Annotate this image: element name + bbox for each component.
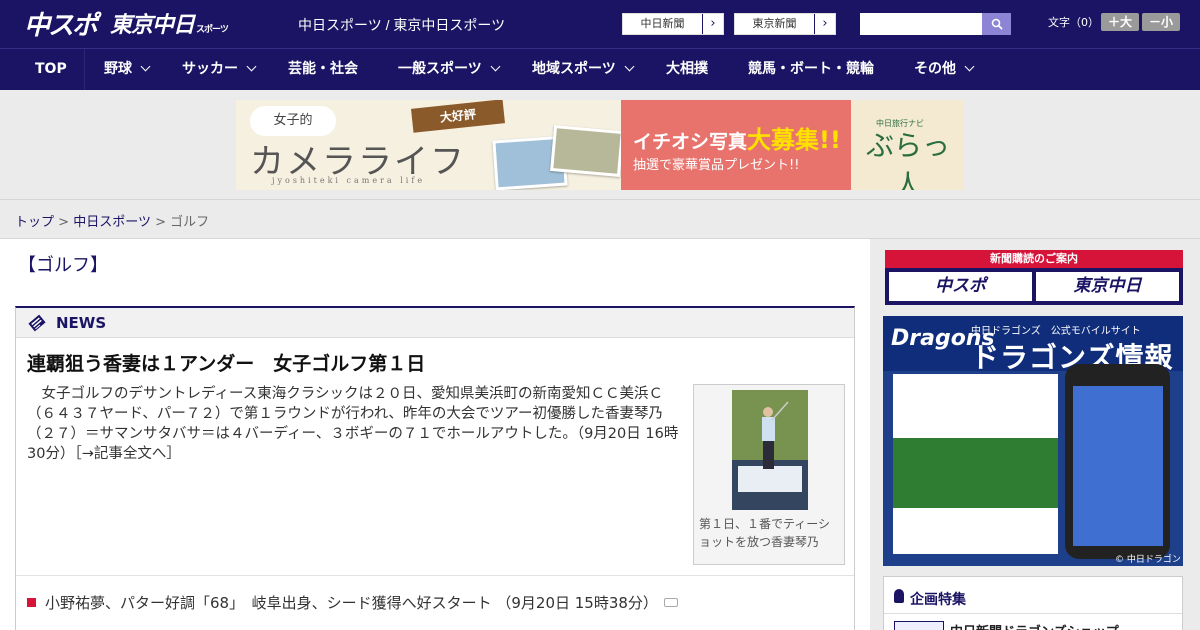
chevron-down-icon	[964, 61, 975, 72]
nav-soccer[interactable]: サッカー	[182, 49, 257, 91]
news-header: NEWS	[16, 308, 854, 338]
tokyo-chunichi-logo[interactable]: 東京中日 スポーツ	[110, 8, 229, 38]
chevron-down-icon	[246, 61, 257, 72]
subscription-head: 新聞購読のご案内	[990, 252, 1078, 265]
camera-life-banner[interactable]: 女子的 カメラライフ jyoshiteki camera life 大好評 イチ…	[236, 100, 964, 190]
banner-photo-ornaments	[550, 125, 624, 177]
banner-brand: ぶらっ人	[865, 129, 950, 190]
chevron-right-icon: ›	[710, 16, 716, 31]
bullet-icon	[27, 598, 36, 607]
news-label: NEWS	[56, 314, 107, 332]
nav-label: 一般スポーツ	[398, 61, 482, 77]
nav-local-sports[interactable]: 地域スポーツ	[532, 49, 635, 91]
banner-line1: イチオシ写真大募集!!	[633, 120, 841, 155]
article-photo[interactable]: 第１日、１番でティーショットを放つ香妻琴乃	[693, 384, 845, 565]
breadcrumb: トップ > 中日スポーツ > ゴルフ	[15, 211, 209, 230]
news-list-item[interactable]: 小野祐夢、パター好調「68」 岐阜出身、シード獲得へ好スタート （9月20日 1…	[27, 592, 678, 613]
tokyo-shimbun-button[interactable]: 東京新聞 ›	[734, 13, 836, 35]
feature-item[interactable]: 中日新聞ドラゴンズショップ	[950, 621, 1119, 630]
nav-other[interactable]: その他	[914, 49, 975, 91]
dragons-copyright: © 中日ドラゴンズ	[1115, 555, 1181, 565]
photo-caption: 第１日、１番でティーショットを放つ香妻琴乃	[699, 517, 831, 549]
feature-box: 企画特集 中日新聞ドラゴンズショップ	[883, 576, 1183, 630]
chunichi-shimbun-label: 中日新聞	[623, 14, 703, 34]
chunichi-shimbun-button[interactable]: 中日新聞 ›	[622, 13, 724, 35]
golfer-photo	[732, 390, 808, 510]
nav-label: その他	[914, 61, 956, 77]
breadcrumb-current: ゴルフ	[170, 215, 210, 230]
newspaper-icon	[28, 314, 46, 332]
nav-label: サッカー	[182, 61, 238, 77]
main-nav: TOP 野球 サッカー 芸能・社会 一般スポーツ 地域スポーツ 大相撲 競馬・ボ…	[0, 48, 1200, 91]
tokyo-subscribe-button[interactable]: 東京中日	[1036, 272, 1179, 301]
article-body[interactable]: 女子ゴルフのデサントレディース東海クラシックは２０日、愛知県美浜町の新南愛知ＣＣ…	[27, 384, 687, 464]
font-smaller-button[interactable]: －小	[1142, 13, 1180, 31]
dragons-mobile-ad[interactable]: Dragons 中日ドラゴンズ 公式モバイルサイト ドラゴンズ情報 © 中日ドラ…	[883, 316, 1183, 566]
nav-label: 野球	[104, 61, 132, 77]
nav-label: 芸能・社会	[288, 61, 358, 77]
font-size-label: 文字（0）	[1048, 16, 1099, 29]
nav-label: 地域スポーツ	[532, 61, 616, 77]
chuspo-logo[interactable]: 中スポ	[24, 8, 98, 41]
chevron-right-icon: ›	[822, 16, 828, 31]
nav-label: 競馬・ボート・競輪	[748, 61, 874, 77]
banner-line2: 抽選で豪華賞品プレゼント!!	[633, 158, 800, 173]
camera-icon	[663, 598, 678, 607]
sidebar: 新聞購読のご案内 中スポ 東京中日 Dragons 中日ドラゴンズ 公式モバイル…	[870, 239, 1200, 630]
tokyo-logo-small: スポーツ	[196, 24, 229, 35]
page-title: 【ゴルフ】	[18, 255, 108, 276]
chevron-down-icon	[140, 61, 151, 72]
nav-entertainment[interactable]: 芸能・社会	[288, 49, 358, 91]
feature-divider	[884, 613, 1182, 614]
nav-baseball[interactable]: 野球	[104, 49, 151, 91]
nav-racing[interactable]: 競馬・ボート・競輪	[748, 49, 874, 91]
nav-label: TOP	[35, 61, 67, 77]
banner-red-panel: イチオシ写真大募集!! 抽選で豪華賞品プレゼント!!	[621, 100, 851, 190]
nav-sumo[interactable]: 大相撲	[666, 49, 708, 91]
breadcrumb-separator: >	[155, 215, 166, 230]
chuspo-subscribe-button[interactable]: 中スポ	[889, 272, 1032, 301]
banner-bubble: 女子的	[250, 106, 336, 136]
banner-subtitle: jyoshiteki camera life	[272, 176, 426, 185]
banner-line1-pre: イチオシ写真	[633, 131, 748, 153]
golfer-figure	[732, 390, 808, 510]
nav-divider	[84, 49, 85, 91]
nav-general-sports[interactable]: 一般スポーツ	[398, 49, 501, 91]
tokyo-shimbun-label: 東京新聞	[735, 14, 815, 34]
chevron-down-icon	[490, 61, 501, 72]
banner-line1-big: 大募集!!	[747, 126, 841, 154]
news-divider	[16, 575, 854, 576]
main-content: 【ゴルフ】 NEWS 連覇狙う香妻は１アンダー 女子ゴルフ第１日 女子ゴルフのデ…	[0, 239, 870, 630]
breadcrumb-separator: >	[58, 215, 70, 230]
nav-top[interactable]: TOP	[35, 49, 67, 91]
nav-label: 大相撲	[666, 61, 708, 77]
search-input[interactable]	[860, 13, 983, 35]
feature-thumb[interactable]	[894, 621, 944, 630]
breadcrumb-home[interactable]: トップ	[15, 215, 54, 230]
article-headline[interactable]: 連覇狙う香妻は１アンダー 女子ゴルフ第１日	[27, 349, 425, 376]
pin-icon	[894, 589, 904, 603]
search-icon	[991, 18, 1003, 30]
phone-screen	[1073, 386, 1163, 546]
dragons-field	[893, 438, 1058, 508]
subscription-box: 新聞購読のご案内 中スポ 東京中日	[885, 250, 1183, 305]
tokyo-logo-text: 東京中日	[110, 13, 195, 38]
top-header: 中スポ 東京中日 スポーツ 中日スポーツ / 東京中日スポーツ 中日新聞 › 東京…	[0, 0, 1200, 48]
search-button[interactable]	[982, 13, 1011, 35]
breadcrumb-section[interactable]: 中日スポーツ	[73, 215, 151, 230]
banner-area: 女子的 カメラライフ jyoshiteki camera life 大好評 イチ…	[0, 90, 1200, 200]
chevron-down-icon	[624, 61, 635, 72]
site-links[interactable]: 中日スポーツ / 東京中日スポーツ	[298, 15, 505, 35]
dragons-small-text: 中日ドラゴンズ 公式モバイルサイト	[971, 326, 1141, 337]
news-box: NEWS 連覇狙う香妻は１アンダー 女子ゴルフ第１日 女子ゴルフのデサントレディ…	[15, 306, 855, 630]
font-larger-button[interactable]: ＋大	[1101, 13, 1139, 31]
news-list-text: 小野祐夢、パター好調「68」 岐阜出身、シード獲得へ好スタート （9月20日 1…	[45, 594, 658, 612]
feature-title: 企画特集	[910, 592, 966, 608]
